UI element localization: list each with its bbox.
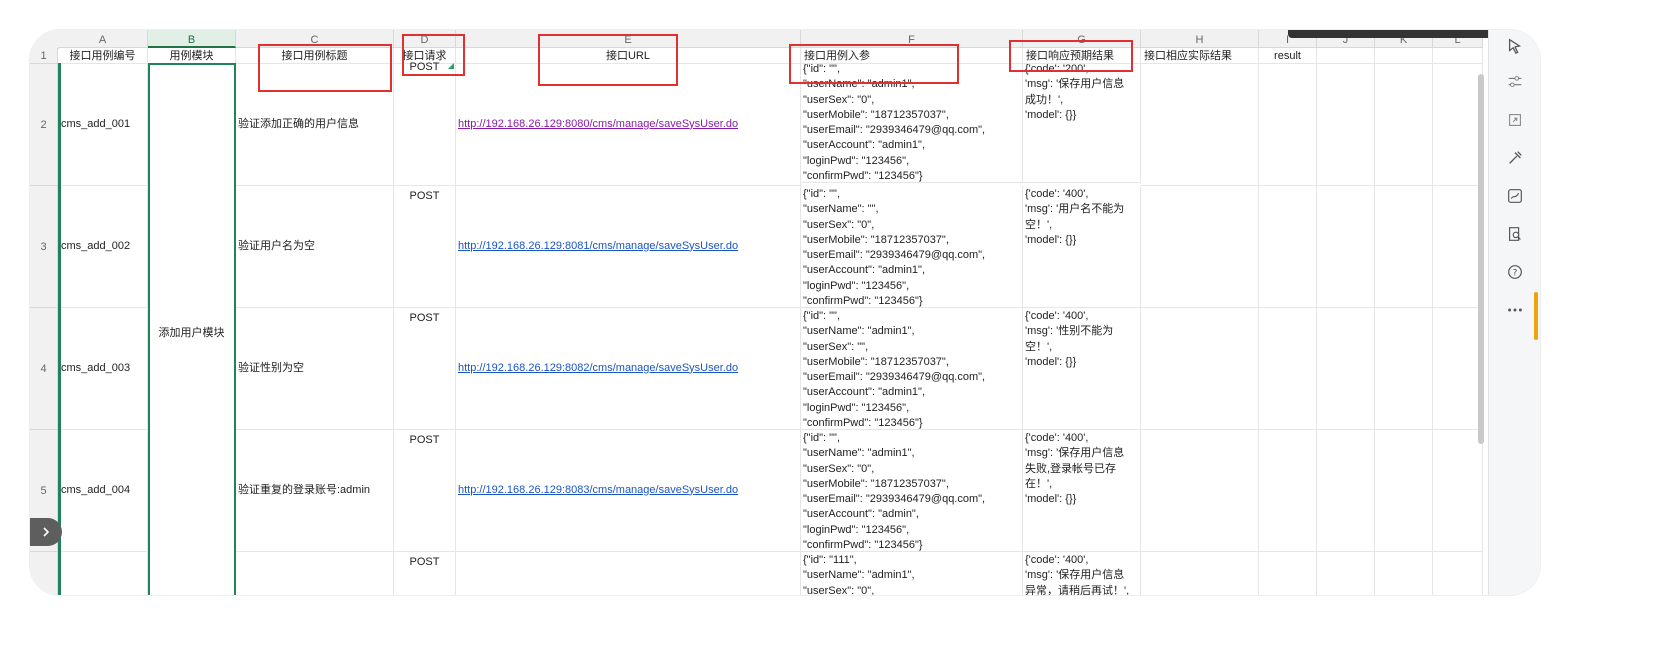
params-cell[interactable]: {"id": "", "userName": "admin1", "userSe… xyxy=(801,61,1023,183)
params-cell[interactable]: {"id": "", "userName": "admin1", "userSe… xyxy=(801,430,1023,552)
case-title-cell[interactable]: 验证性别为空 xyxy=(236,308,394,430)
row-header-3[interactable]: 3 xyxy=(30,186,58,308)
row-header-4[interactable]: 4 xyxy=(30,308,58,430)
url-link[interactable]: http://192.168.26.129:8080/cms/manage/sa… xyxy=(458,117,738,132)
spreadsheet-grid[interactable]: A B C D E F G H I J K L 1 接口用例编号 用例模块 接口用例标题 接口请求 接口URL 接口… xyxy=(30,30,1488,595)
empty-cell-k[interactable] xyxy=(1375,430,1433,552)
column-header-a[interactable]: A xyxy=(58,30,148,48)
url-cell[interactable]: http://192.168.26.129:8083/cms/manage/sa… xyxy=(456,430,801,552)
column-header-h[interactable]: H xyxy=(1141,30,1259,48)
request-method-cell[interactable]: POST xyxy=(394,552,456,595)
expected-cell[interactable]: {'code': '200', 'msg': '保存用户信息 成功！', 'mo… xyxy=(1023,61,1141,183)
request-method-cell[interactable]: POST xyxy=(394,61,456,186)
adjust-sliders-icon[interactable] xyxy=(1503,70,1527,94)
empty-cell-h[interactable] xyxy=(1141,552,1259,595)
request-method-cell[interactable]: POST xyxy=(394,430,456,552)
empty-cell-j[interactable] xyxy=(1317,64,1375,186)
empty-cell-k[interactable] xyxy=(1375,186,1433,308)
vertical-scrollbar[interactable] xyxy=(1476,50,1486,595)
request-method-cell[interactable]: POST xyxy=(394,186,456,308)
params-cell[interactable]: {"id": "111", "userName": "admin1", "use… xyxy=(801,552,1023,595)
header-empty-k[interactable] xyxy=(1375,48,1433,64)
header-url: 接口URL xyxy=(456,48,801,64)
empty-cell-k[interactable] xyxy=(1375,64,1433,186)
signature-icon[interactable] xyxy=(1503,184,1527,208)
svg-text:?: ? xyxy=(1513,269,1518,279)
url-cell[interactable]: http://192.168.26.129:8080/cms/manage/sa… xyxy=(456,64,801,186)
case-title-cell[interactable] xyxy=(236,552,394,595)
header-module: 用例模块 xyxy=(148,48,236,64)
url-link[interactable]: http://192.168.26.129:8082/cms/manage/sa… xyxy=(458,361,738,376)
right-toolbar: ? xyxy=(1488,30,1540,595)
empty-cell-j[interactable] xyxy=(1317,186,1375,308)
case-id-cell[interactable]: cms_add_001 xyxy=(58,64,148,186)
row-header-1[interactable]: 1 xyxy=(30,48,58,64)
more-icon[interactable] xyxy=(1503,298,1527,322)
column-header-b[interactable]: B xyxy=(148,30,236,48)
expected-cell[interactable]: {'code': '400', 'msg': '用户名不能为 空！', 'mod… xyxy=(1023,186,1141,308)
case-title-cell[interactable]: 验证用户名为空 xyxy=(236,186,394,308)
help-icon[interactable]: ? xyxy=(1503,260,1527,284)
row-header-2[interactable]: 2 xyxy=(30,64,58,186)
column-header-f[interactable]: F xyxy=(801,30,1023,48)
empty-cell-k[interactable] xyxy=(1375,308,1433,430)
url-link[interactable]: http://192.168.26.129:8081/cms/manage/sa… xyxy=(458,239,738,254)
header-result: result xyxy=(1259,48,1317,64)
column-header-c[interactable]: C xyxy=(236,30,394,48)
top-dark-strip xyxy=(1288,30,1488,38)
comment-marker xyxy=(448,63,454,69)
expected-cell[interactable]: {'code': '400', 'msg': '保存用户信息 异常，请稍后再试！… xyxy=(1023,552,1141,595)
empty-cell-h[interactable] xyxy=(1141,64,1259,186)
column-header-d[interactable]: D xyxy=(394,30,456,48)
url-cell[interactable]: http://192.168.26.129:8081/cms/manage/sa… xyxy=(456,186,801,308)
empty-cell-k[interactable] xyxy=(1375,552,1433,595)
case-id-cell[interactable]: cms_add_004 xyxy=(58,430,148,552)
header-actual: 接口相应实际结果 xyxy=(1141,48,1259,64)
select-all-corner[interactable] xyxy=(30,30,59,49)
header-case-id: 接口用例编号 xyxy=(58,48,148,64)
scrollbar-thumb[interactable] xyxy=(1478,74,1484,444)
empty-cell-h[interactable] xyxy=(1141,308,1259,430)
row-header-6[interactable] xyxy=(30,552,58,595)
empty-cell-j[interactable] xyxy=(1317,430,1375,552)
scroll-accent-bar xyxy=(1534,292,1538,340)
header-case-title: 接口用例标题 xyxy=(236,48,394,64)
chevron-right-icon xyxy=(43,527,50,537)
resize-icon[interactable] xyxy=(1503,108,1527,132)
expected-cell[interactable]: {'code': '400', 'msg': '保存用户信息 失败,登录帐号已存… xyxy=(1023,430,1141,552)
case-title-cell[interactable]: 验证重复的登录账号:admin xyxy=(236,430,394,552)
column-header-g[interactable]: G xyxy=(1023,30,1141,48)
empty-cell-j[interactable] xyxy=(1317,308,1375,430)
expected-cell[interactable]: {'code': '400', 'msg': '性别不能为 空！', 'mode… xyxy=(1023,308,1141,430)
params-cell[interactable]: {"id": "", "userName": "", "userSex": "0… xyxy=(801,186,1023,308)
params-cell[interactable]: {"id": "", "userName": "admin1", "userSe… xyxy=(801,308,1023,430)
case-id-cell[interactable]: cms_add_002 xyxy=(58,186,148,308)
empty-cell-i[interactable] xyxy=(1259,186,1317,308)
tools-icon[interactable] xyxy=(1503,146,1527,170)
column-header-e[interactable]: E xyxy=(456,30,801,48)
case-id-cell[interactable] xyxy=(58,552,148,595)
header-empty-j[interactable] xyxy=(1317,48,1375,64)
cursor-select-icon[interactable] xyxy=(1503,34,1527,58)
request-method-cell[interactable]: POST xyxy=(394,308,456,430)
case-title-cell[interactable]: 验证添加正确的用户信息 xyxy=(236,64,394,186)
url-cell[interactable] xyxy=(456,552,801,595)
empty-cell-i[interactable] xyxy=(1259,308,1317,430)
active-cell-edge xyxy=(58,63,61,595)
empty-cell-i[interactable] xyxy=(1259,552,1317,595)
expand-panel-button[interactable] xyxy=(30,518,62,546)
case-id-cell[interactable]: cms_add_003 xyxy=(58,308,148,430)
spreadsheet-window: A B C D E F G H I J K L 1 接口用例编号 用例模块 接口用例标题 接口请求 接口URL 接口… xyxy=(30,30,1540,595)
empty-cell-j[interactable] xyxy=(1317,552,1375,595)
book-search-icon[interactable] xyxy=(1503,222,1527,246)
empty-cell-h[interactable] xyxy=(1141,430,1259,552)
module-merged-cell[interactable]: 添加用户模块 xyxy=(148,199,236,469)
empty-cell-i[interactable] xyxy=(1259,64,1317,186)
url-link[interactable]: http://192.168.26.129:8083/cms/manage/sa… xyxy=(458,483,738,498)
url-cell[interactable]: http://192.168.26.129:8082/cms/manage/sa… xyxy=(456,308,801,430)
empty-cell-i[interactable] xyxy=(1259,430,1317,552)
empty-cell-h[interactable] xyxy=(1141,186,1259,308)
